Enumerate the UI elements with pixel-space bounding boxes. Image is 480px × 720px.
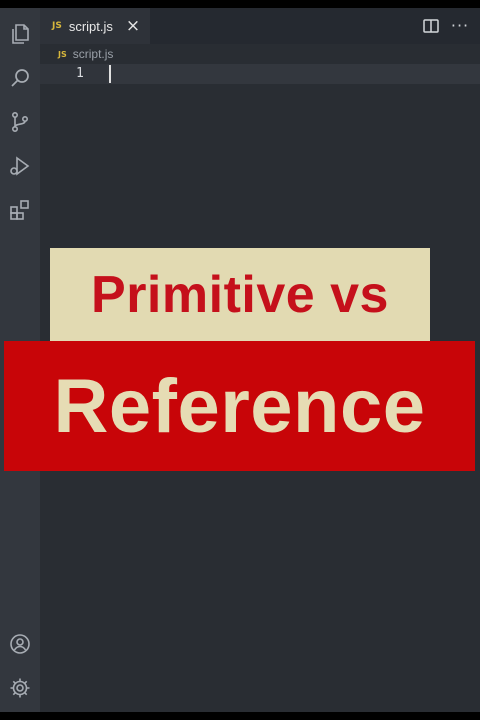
more-actions-icon[interactable]: ··· xyxy=(448,14,472,38)
extensions-icon[interactable] xyxy=(6,196,34,224)
text-cursor xyxy=(109,65,111,83)
title-banner-top: Primitive vs xyxy=(50,248,430,342)
split-editor-icon[interactable] xyxy=(422,17,440,35)
files-icon[interactable] xyxy=(6,20,34,48)
js-file-icon: JS xyxy=(52,21,62,31)
account-icon[interactable] xyxy=(6,630,34,658)
title-banner-bottom: Reference xyxy=(4,341,475,471)
title-line-1: Primitive vs xyxy=(91,266,389,324)
source-control-icon[interactable] xyxy=(6,108,34,136)
breadcrumb: JS script.js xyxy=(58,46,113,62)
title-line-2: Reference xyxy=(53,363,426,449)
search-icon[interactable] xyxy=(6,64,34,92)
tab-script-js[interactable]: JS script.js × xyxy=(40,8,150,44)
line-number: 1 xyxy=(76,66,84,81)
breadcrumb-file[interactable]: script.js xyxy=(73,47,114,61)
tab-bar: JS script.js × ··· xyxy=(40,8,480,44)
tab-label: script.js xyxy=(68,18,113,34)
current-line-text-area xyxy=(107,64,480,84)
editor-window: JS script.js × ··· JS script.js 1 Primit… xyxy=(0,8,480,712)
settings-gear-icon[interactable] xyxy=(6,674,34,702)
js-file-icon: JS xyxy=(58,49,67,59)
close-icon[interactable]: × xyxy=(124,17,142,35)
run-debug-icon[interactable] xyxy=(6,152,34,180)
